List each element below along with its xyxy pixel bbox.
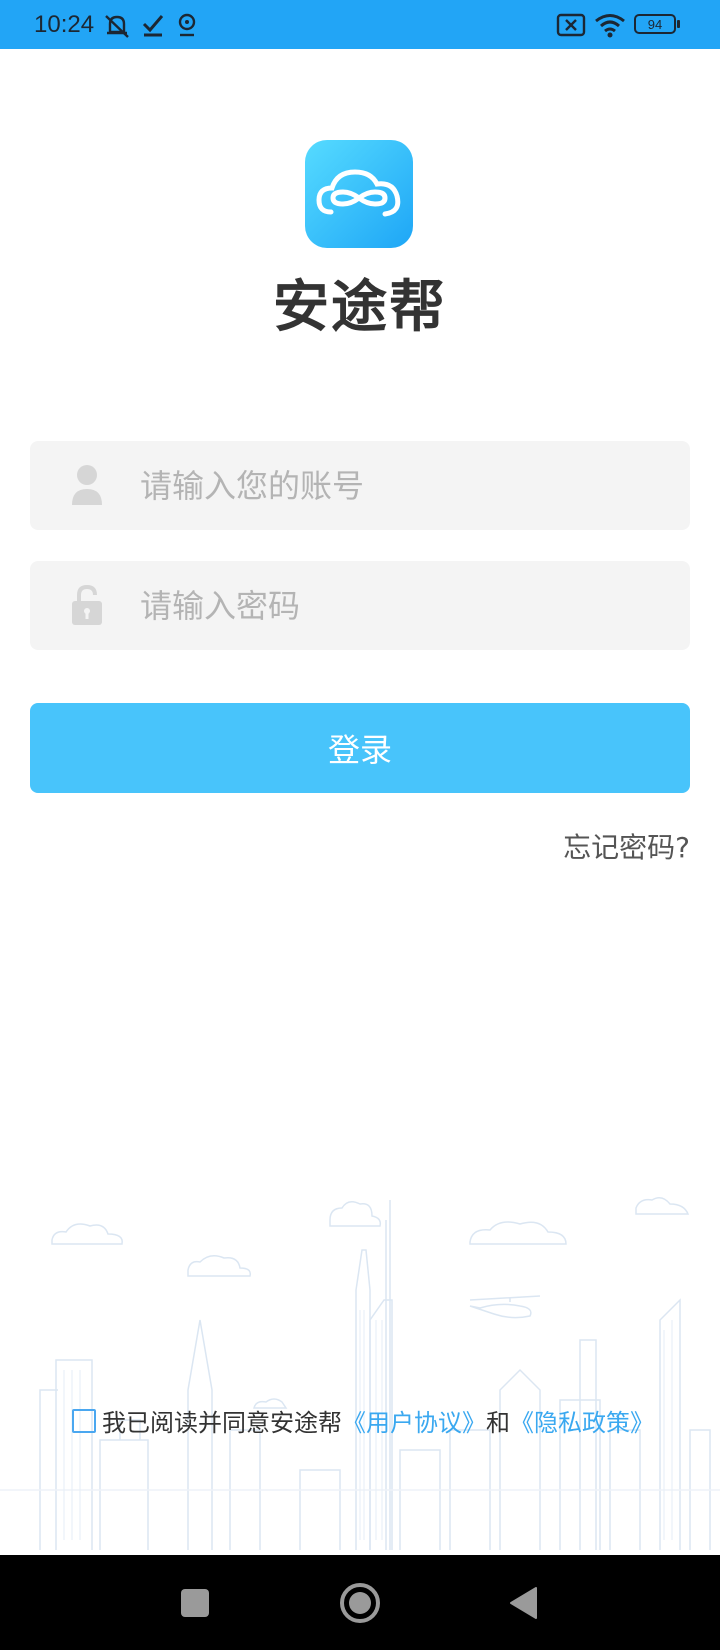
agreement-text: 我已阅读并同意安途帮 (102, 1409, 342, 1437)
checkmark-icon (142, 15, 164, 37)
battery-level: 94 (647, 16, 663, 32)
recent-apps-button[interactable] (160, 1555, 230, 1650)
battery-icon: 94 (634, 14, 676, 34)
status-time: 10:24 (34, 11, 95, 38)
password-input[interactable] (140, 561, 660, 650)
recent-apps-icon (181, 1588, 209, 1617)
agreement-conjunction: 和 (486, 1409, 510, 1437)
navigation-bar (0, 1555, 720, 1650)
user-agreement-link[interactable]: 《用户协议》 (342, 1403, 486, 1438)
lock-icon (72, 584, 102, 625)
city-skyline-illustration (0, 1197, 720, 1550)
status-bar: 10:24 94 (0, 0, 720, 49)
battery-tip (677, 20, 680, 28)
back-button[interactable] (488, 1555, 558, 1650)
mute-icon (105, 15, 129, 38)
password-field[interactable] (30, 561, 690, 650)
user-icon (72, 465, 102, 505)
privacy-policy-link[interactable]: 《隐私政策》 (510, 1403, 654, 1438)
back-icon (510, 1586, 537, 1619)
app-logo (305, 140, 413, 248)
sim-blocked-icon (556, 13, 586, 37)
location-icon (178, 13, 196, 37)
app-name: 安途帮 (273, 275, 447, 340)
agreement-row: 我已阅读并同意安途帮 《用户协议》 和 《隐私政策》 (72, 1403, 654, 1438)
wifi-icon (595, 14, 625, 38)
forgot-password-link[interactable]: 忘记密码? (563, 826, 690, 866)
agreement-checkbox[interactable] (72, 1408, 96, 1433)
home-icon (340, 1582, 380, 1623)
login-button[interactable]: 登录 (30, 703, 690, 793)
cloud-infinity-icon (316, 169, 401, 217)
home-button[interactable] (325, 1555, 395, 1650)
account-input[interactable] (140, 441, 660, 530)
account-field[interactable] (30, 441, 690, 530)
